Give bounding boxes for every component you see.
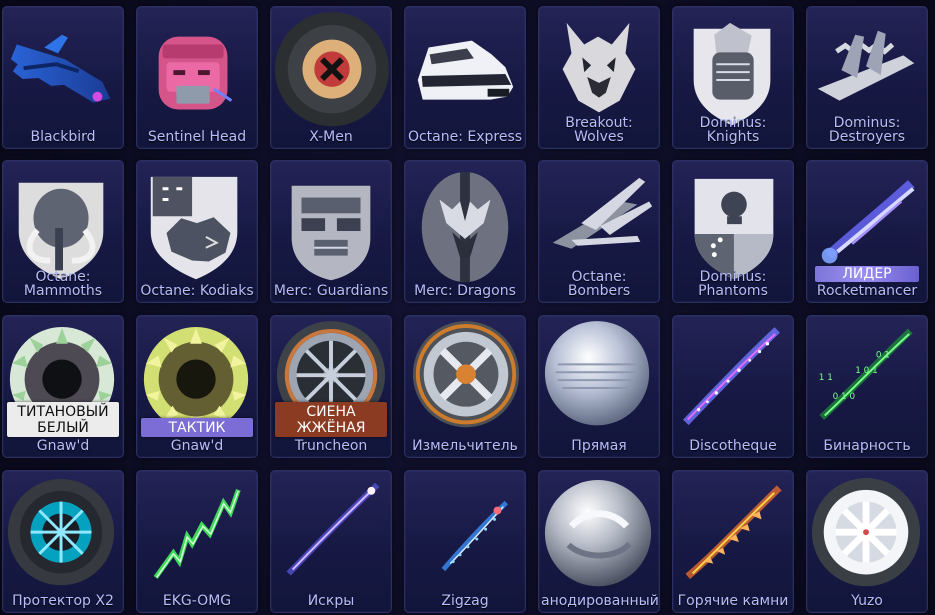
sparks-trail-icon [286,482,380,576]
item-merc-guardians[interactable]: Merc: Guardians [270,160,392,303]
item-ekg-omg[interactable]: EKG-OMG [136,470,258,613]
item-label: Бинарность [823,438,911,454]
item-label: Discotheque [689,438,777,454]
item-label: Искры [307,593,355,609]
yuzo-wheel-icon [811,478,921,587]
item-label: Yuzo [851,593,883,609]
item-yuzo[interactable]: Yuzo [806,470,928,613]
zigzag-trail-icon [441,500,509,572]
item-label: Dominus: Phantoms [698,269,768,299]
item-label: Truncheon [294,438,368,454]
item-label: Merc: Guardians [273,283,389,299]
guardian-mask-icon [291,185,371,281]
item-protector-x2[interactable]: Протектор X2 [2,470,124,613]
item-sparks[interactable]: Искры [270,470,392,613]
sentinel-head-icon [158,36,233,110]
item-anodized[interactable]: анодированный [538,470,660,613]
item-label: Octane: Kodiaks [140,283,254,299]
item-merc-dragons[interactable]: Merc: Dragons [404,160,526,303]
svg-text:1 0 1: 1 0 1 [855,366,878,376]
anodized-ball-icon [544,480,652,587]
item-dominus-knights[interactable]: Dominus: Knights [672,6,794,149]
item-label: Octane: Mammoths [23,269,103,299]
item-truncheon[interactable]: СИЕНА ЖЖЁНАЯ Truncheon [270,315,392,458]
item-binary[interactable]: 1 1 0 1 0 1 0 1 0 1 Бинарность [806,315,928,458]
item-label: EKG-OMG [162,593,232,609]
item-label: Измельчитель [412,438,518,454]
straight-ball-icon [544,321,650,426]
item-dominus-destroyers[interactable]: Dominus: Destroyers [806,6,928,149]
blackbird-icon [10,34,111,103]
item-label: Sentinel Head [147,129,247,145]
item-octane-kodiaks[interactable]: Octane: Kodiaks [136,160,258,303]
item-straight[interactable]: Прямая [538,315,660,458]
item-gnawd-tactician[interactable]: ТАКТИК Gnaw'd [136,315,258,458]
item-label: анодированный [541,593,659,609]
item-label: Blackbird [30,129,96,145]
item-shredder[interactable]: Измельчитель [404,315,526,458]
binary-trail-icon: 1 1 0 1 0 1 0 1 0 1 [819,328,913,421]
svg-text:0 1 0: 0 1 0 [833,392,856,402]
item-discotheque[interactable]: Discotheque [672,315,794,458]
item-label: Breakout: Wolves [565,115,633,145]
item-gnawd-titanium[interactable]: ТИТАНОВЫЙ БЕЛЫЙ Gnaw'd [2,315,124,458]
item-label: Dominus: Knights [699,115,767,145]
item-zigzag[interactable]: Zigzag [404,470,526,613]
item-label: Dominus: Destroyers [828,115,906,145]
paint-badge: СИЕНА ЖЖЁНАЯ [275,402,387,437]
inventory-grid: Blackbird Sentinel Head X-Men Octane: Ex… [0,0,935,615]
item-rocketmancer[interactable]: ЛИДЕР Rocketmancer [806,160,928,303]
item-label: X-Men [309,129,353,145]
svg-text:0 1: 0 1 [876,350,890,360]
paint-badge: ТИТАНОВЫЙ БЕЛЫЙ [7,402,119,437]
item-label: Прямая [571,438,627,454]
x-men-wheel-icon [274,12,390,127]
item-octane-express[interactable]: Octane: Express [404,6,526,149]
ekg-trail-icon [153,489,241,579]
item-blackbird[interactable]: Blackbird [2,6,124,149]
leader-badge: ЛИДЕР [815,266,919,282]
item-breakout-wolves[interactable]: Breakout: Wolves [538,6,660,149]
svg-text:1 1: 1 1 [819,373,833,383]
item-label: Протектор X2 [12,593,114,609]
item-dominus-phantoms[interactable]: Dominus: Phantoms [672,160,794,303]
item-label: Gnaw'd [36,438,90,454]
discotheque-trail-icon [682,327,780,426]
paint-badge: ТАКТИК [141,418,253,437]
item-label: Rocketmancer [816,283,918,299]
shredder-wheel-icon [412,321,520,428]
item-label: Octane: Bombers [567,269,631,299]
item-octane-mammoths[interactable]: Octane: Mammoths [2,160,124,303]
item-label: Горячие камни [677,593,789,609]
item-hot-rocks[interactable]: Горячие камни [672,470,794,613]
item-label: Octane: Express [407,129,523,145]
octane-express-icon [417,40,514,100]
bear-icon [150,176,238,280]
item-sentinel-head[interactable]: Sentinel Head [136,6,258,149]
protector-wheel-icon [7,479,115,586]
item-label: Zigzag [441,593,489,609]
item-label: Merc: Dragons [414,283,516,299]
hot-rocks-trail-icon [685,485,782,580]
dragon-icon [421,171,509,283]
item-label: Gnaw'd [170,438,224,454]
item-x-men[interactable]: X-Men [270,6,392,149]
item-octane-bombers[interactable]: Octane: Bombers [538,160,660,303]
